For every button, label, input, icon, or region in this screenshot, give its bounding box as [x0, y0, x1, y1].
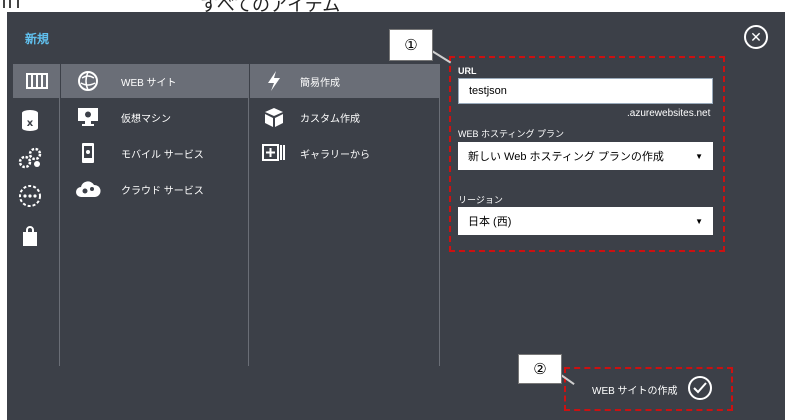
close-button[interactable]: ✕: [744, 25, 768, 49]
compute-item-web-site[interactable]: WEB サイト: [61, 64, 249, 98]
category-column: x: [7, 64, 60, 366]
category-web-apps[interactable]: [13, 64, 60, 98]
box-icon: [262, 105, 286, 129]
annotation-highlight-form: [449, 56, 725, 252]
create-option-label: カスタム作成: [300, 113, 360, 125]
create-option-quick[interactable]: 簡易作成: [250, 64, 440, 98]
svg-text:x: x: [27, 118, 34, 129]
category-other-services[interactable]: [15, 184, 45, 208]
create-option-custom[interactable]: カスタム作成: [250, 100, 440, 134]
lightning-icon: [262, 69, 286, 93]
category-data[interactable]: x: [15, 108, 45, 132]
background-page-header: すべてのアイテム: [0, 0, 800, 15]
compute-item-label: 仮想マシン: [121, 113, 171, 125]
compute-item-virtual-machine[interactable]: 仮想マシン: [61, 100, 249, 134]
create-option-label: ギャラリーから: [300, 149, 370, 161]
compute-item-mobile-service[interactable]: モバイル サービス: [61, 136, 249, 170]
category-app-services[interactable]: [15, 146, 45, 170]
compute-item-label: WEB サイト: [121, 77, 177, 89]
grid-view-icon: [3, 0, 19, 8]
globe-icon: [73, 69, 103, 93]
create-option-gallery[interactable]: ギャラリーから: [250, 136, 440, 170]
cloud-services-gears-icon: [18, 147, 42, 169]
more-services-icon: [19, 185, 41, 207]
gallery-add-icon: [262, 141, 286, 165]
compute-column: WEB サイト 仮想マシン モバイル サービス クラウド サービス: [61, 64, 249, 366]
annotation-callout-2: ②: [518, 354, 562, 384]
mobile-icon: [73, 141, 103, 165]
compute-item-label: クラウド サービス: [121, 185, 204, 197]
compute-item-label: モバイル サービス: [121, 149, 204, 161]
category-store[interactable]: [15, 224, 45, 248]
annotation-callout-1: ①: [389, 29, 433, 61]
cloud-gears-icon: [73, 177, 103, 201]
annotation-highlight-create: [564, 367, 733, 411]
web-apps-icon: [25, 73, 48, 89]
monitor-icon: [73, 105, 103, 129]
compute-item-cloud-service[interactable]: クラウド サービス: [61, 172, 249, 206]
create-option-column: 簡易作成 カスタム作成 ギャラリーから: [250, 64, 440, 366]
new-item-dialog: 新規 x WEB サイト 仮想マシン モバイル サービス クラウド サービス 簡…: [7, 12, 785, 420]
new-section-label: 新規: [25, 32, 50, 46]
create-option-label: 簡易作成: [300, 77, 340, 89]
sql-database-icon: x: [22, 110, 38, 131]
store-bag-icon: [23, 226, 37, 246]
